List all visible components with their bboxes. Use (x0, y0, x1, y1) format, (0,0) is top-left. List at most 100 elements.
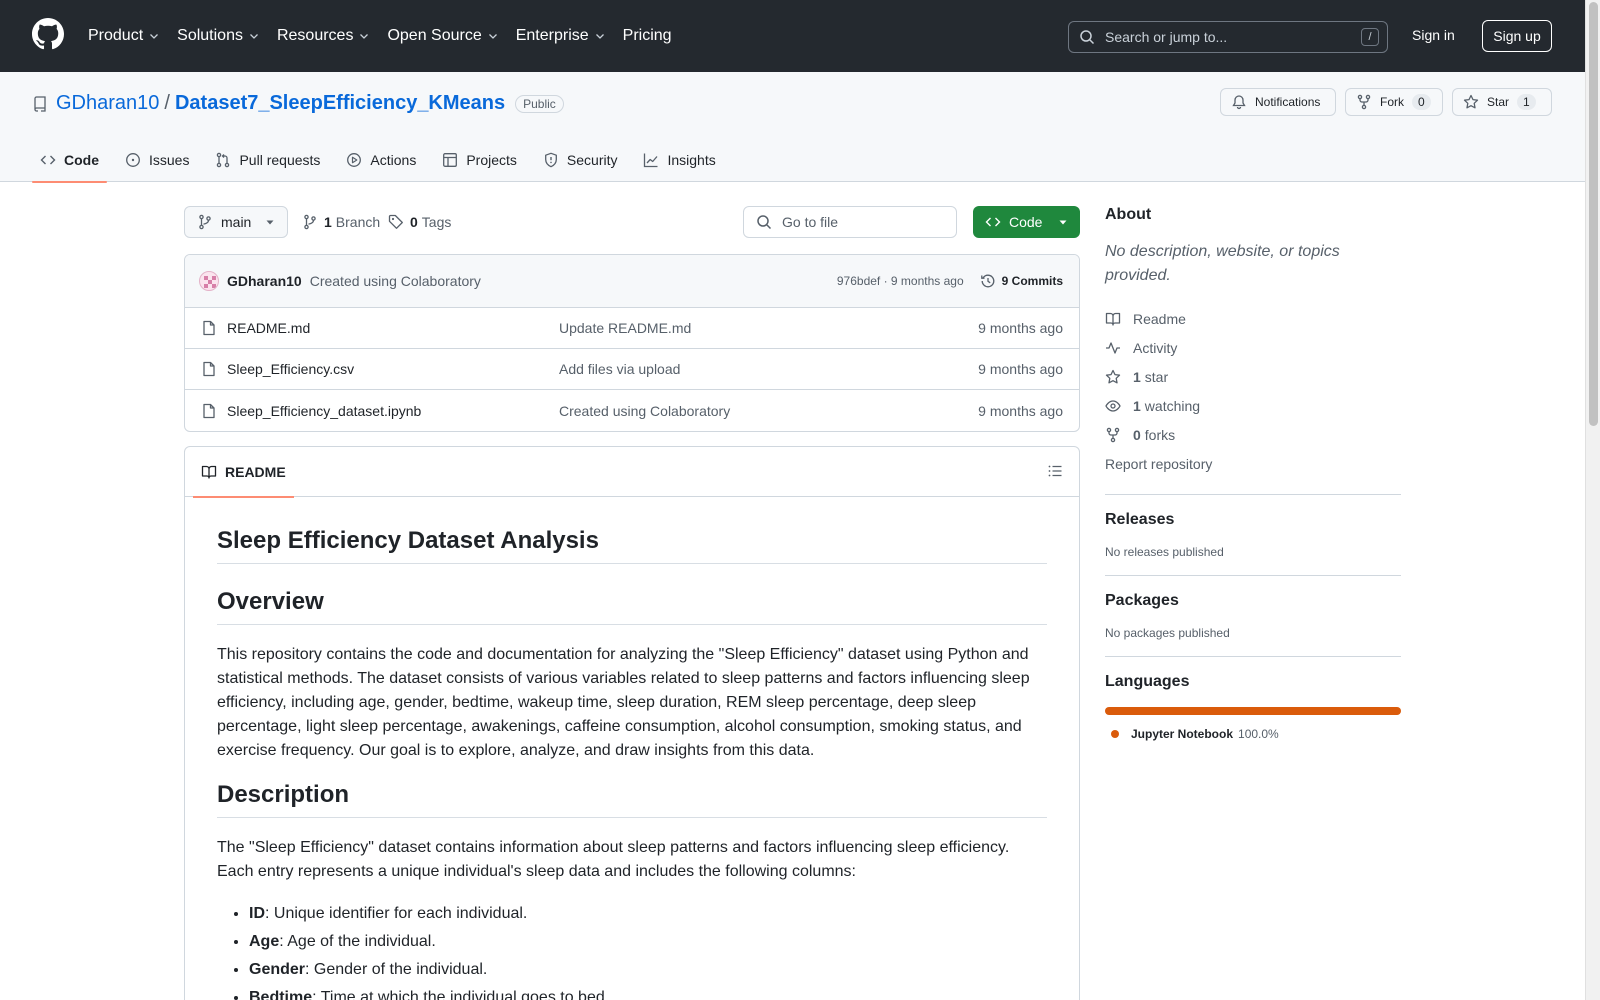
language-item[interactable]: Jupyter Notebook 100.0% (1105, 727, 1401, 741)
file-icon (203, 361, 215, 377)
nav-open-source-label: Open Source (387, 27, 482, 44)
commit-hash-time[interactable]: 976bdef · 9 months ago (837, 274, 964, 288)
report-label: Report repository (1105, 455, 1213, 472)
repo-sidebar: About No description, website, or topics… (1105, 206, 1401, 741)
file-name-link[interactable]: Sleep_Efficiency.csv (227, 361, 559, 377)
table-row[interactable]: README.md Update README.md 9 months ago (185, 308, 1079, 349)
stars-link[interactable]: 1 star (1105, 362, 1401, 391)
nav-solutions[interactable]: Solutions (177, 27, 260, 45)
commit-message-link[interactable]: Created using Colaboratory (310, 273, 837, 289)
repo-name-link[interactable]: Dataset7_SleepEfficiency_KMeans (175, 92, 505, 115)
tag-count: 0 (410, 214, 418, 230)
repo-title: GDharan10 / Dataset7_SleepEfficiency_KMe… (32, 92, 564, 115)
sidebar-divider (1105, 575, 1401, 576)
packages-text: No packages published (1105, 626, 1230, 640)
commit-author-link[interactable]: GDharan10 (227, 273, 302, 289)
nav-open-source[interactable]: Open Source (387, 27, 498, 45)
forks-count: 0 (1133, 426, 1141, 443)
tab-issues-label: Issues (149, 152, 190, 168)
tab-security-label: Security (566, 152, 618, 168)
list-item: ID: Unique identifier for each individua… (249, 902, 1047, 926)
branch-selector[interactable]: main (184, 206, 288, 238)
nav-product[interactable]: Product (88, 27, 160, 45)
book-icon (1105, 312, 1121, 326)
watchers-link[interactable]: 1 watching (1105, 391, 1401, 420)
visibility-badge: Public (515, 94, 564, 113)
releases-heading[interactable]: Releases (1105, 511, 1401, 529)
language-bar (1105, 707, 1401, 715)
chevron-down-icon (150, 34, 159, 39)
file-name-link[interactable]: Sleep_Efficiency_dataset.ipynb (227, 403, 559, 419)
github-logo-icon[interactable] (32, 18, 64, 50)
overview-heading: Overview (217, 588, 1047, 625)
activity-link-label: Activity (1133, 339, 1178, 356)
code-icon (40, 155, 56, 165)
sign-up-button[interactable]: Sign up (1482, 20, 1552, 52)
go-to-file-input[interactable]: Go to file (743, 206, 957, 238)
scrollbar-thumb[interactable] (1589, 2, 1598, 426)
file-icon (203, 320, 215, 336)
sign-in-link[interactable]: Sign in (1412, 27, 1455, 43)
readme-tab[interactable]: README (193, 447, 294, 498)
tab-security[interactable]: Security (535, 138, 626, 182)
branches-link[interactable]: 1 Branch (302, 206, 380, 238)
main-nav: Product Solutions Resources Open Source … (88, 0, 689, 72)
description-text: The "Sleep Efficiency" dataset contains … (217, 839, 1010, 880)
packages-heading[interactable]: Packages (1105, 592, 1401, 610)
columns-list: ID: Unique identifier for each individua… (217, 902, 1047, 1000)
tab-pull-requests[interactable]: Pull requests (207, 138, 328, 182)
search-icon (757, 215, 772, 230)
avatar[interactable] (199, 271, 219, 291)
commits-label: 9 Commits (1001, 274, 1063, 288)
caret-down-icon (266, 220, 274, 225)
readme-link[interactable]: Readme (1105, 304, 1401, 333)
nav-product-label: Product (88, 27, 144, 44)
tab-insights[interactable]: Insights (635, 138, 723, 182)
list-item: Age: Age of the individual. (249, 930, 1047, 954)
tags-link[interactable]: 0 Tags (388, 206, 451, 238)
list-item: Bedtime: Time at which the individual go… (249, 986, 1047, 1000)
tab-actions[interactable]: Actions (338, 138, 424, 182)
nav-pricing[interactable]: Pricing (623, 27, 672, 45)
file-commit-message[interactable]: Add files via upload (559, 361, 978, 377)
file-commit-message[interactable]: Created using Colaboratory (559, 403, 978, 419)
commits-link[interactable]: 9 Commits (980, 273, 1063, 289)
outline-button[interactable] (1047, 463, 1063, 479)
language-name: Jupyter Notebook (1131, 727, 1234, 741)
chevron-down-icon (595, 34, 604, 39)
forks-link[interactable]: 0 forks (1105, 420, 1401, 449)
fork-label: Fork (1380, 95, 1404, 109)
code-dropdown-button[interactable]: Code (973, 206, 1080, 238)
table-row[interactable]: Sleep_Efficiency_dataset.ipynb Created u… (185, 390, 1079, 431)
page-scrollbar[interactable] (1585, 0, 1600, 1000)
nav-resources-label: Resources (276, 27, 354, 44)
nav-enterprise[interactable]: Enterprise (516, 27, 606, 45)
notifications-button[interactable]: Notifications (1220, 88, 1336, 116)
table-row[interactable]: Sleep_Efficiency.csv Add files via uploa… (185, 349, 1079, 390)
repo-owner-link[interactable]: GDharan10 (56, 92, 159, 115)
identicon-icon (204, 276, 216, 288)
play-icon (347, 153, 362, 167)
branch-name: main (221, 214, 252, 230)
fork-button[interactable]: Fork 0 (1345, 88, 1443, 116)
latest-commit: GDharan10 Created using Colaboratory 976… (185, 255, 1079, 308)
readme-link-label: Readme (1133, 310, 1186, 327)
readme-tab-label: README (225, 464, 286, 480)
tab-code[interactable]: Code (32, 138, 107, 183)
star-button[interactable]: Star 1 (1452, 88, 1552, 116)
file-commit-message[interactable]: Update README.md (559, 320, 978, 336)
list-desc: : Unique identifier for each individual. (265, 905, 528, 922)
tab-projects[interactable]: Projects (434, 138, 525, 182)
nav-resources[interactable]: Resources (277, 27, 370, 45)
file-commit-date: 9 months ago (978, 361, 1063, 377)
file-name-link[interactable]: README.md (227, 320, 559, 336)
watching-label: watching (1144, 397, 1201, 414)
branch-icon (304, 214, 316, 230)
star-icon (1105, 369, 1121, 383)
tab-issues[interactable]: Issues (117, 138, 197, 182)
global-search-input[interactable]: Search or jump to... / (1068, 21, 1388, 53)
report-repository-link[interactable]: Report repository (1105, 449, 1401, 478)
activity-link[interactable]: Activity (1105, 333, 1401, 362)
tab-code-label: Code (64, 152, 99, 168)
readme-panel: README Sleep Efficiency Dataset Analysis… (184, 446, 1080, 1000)
